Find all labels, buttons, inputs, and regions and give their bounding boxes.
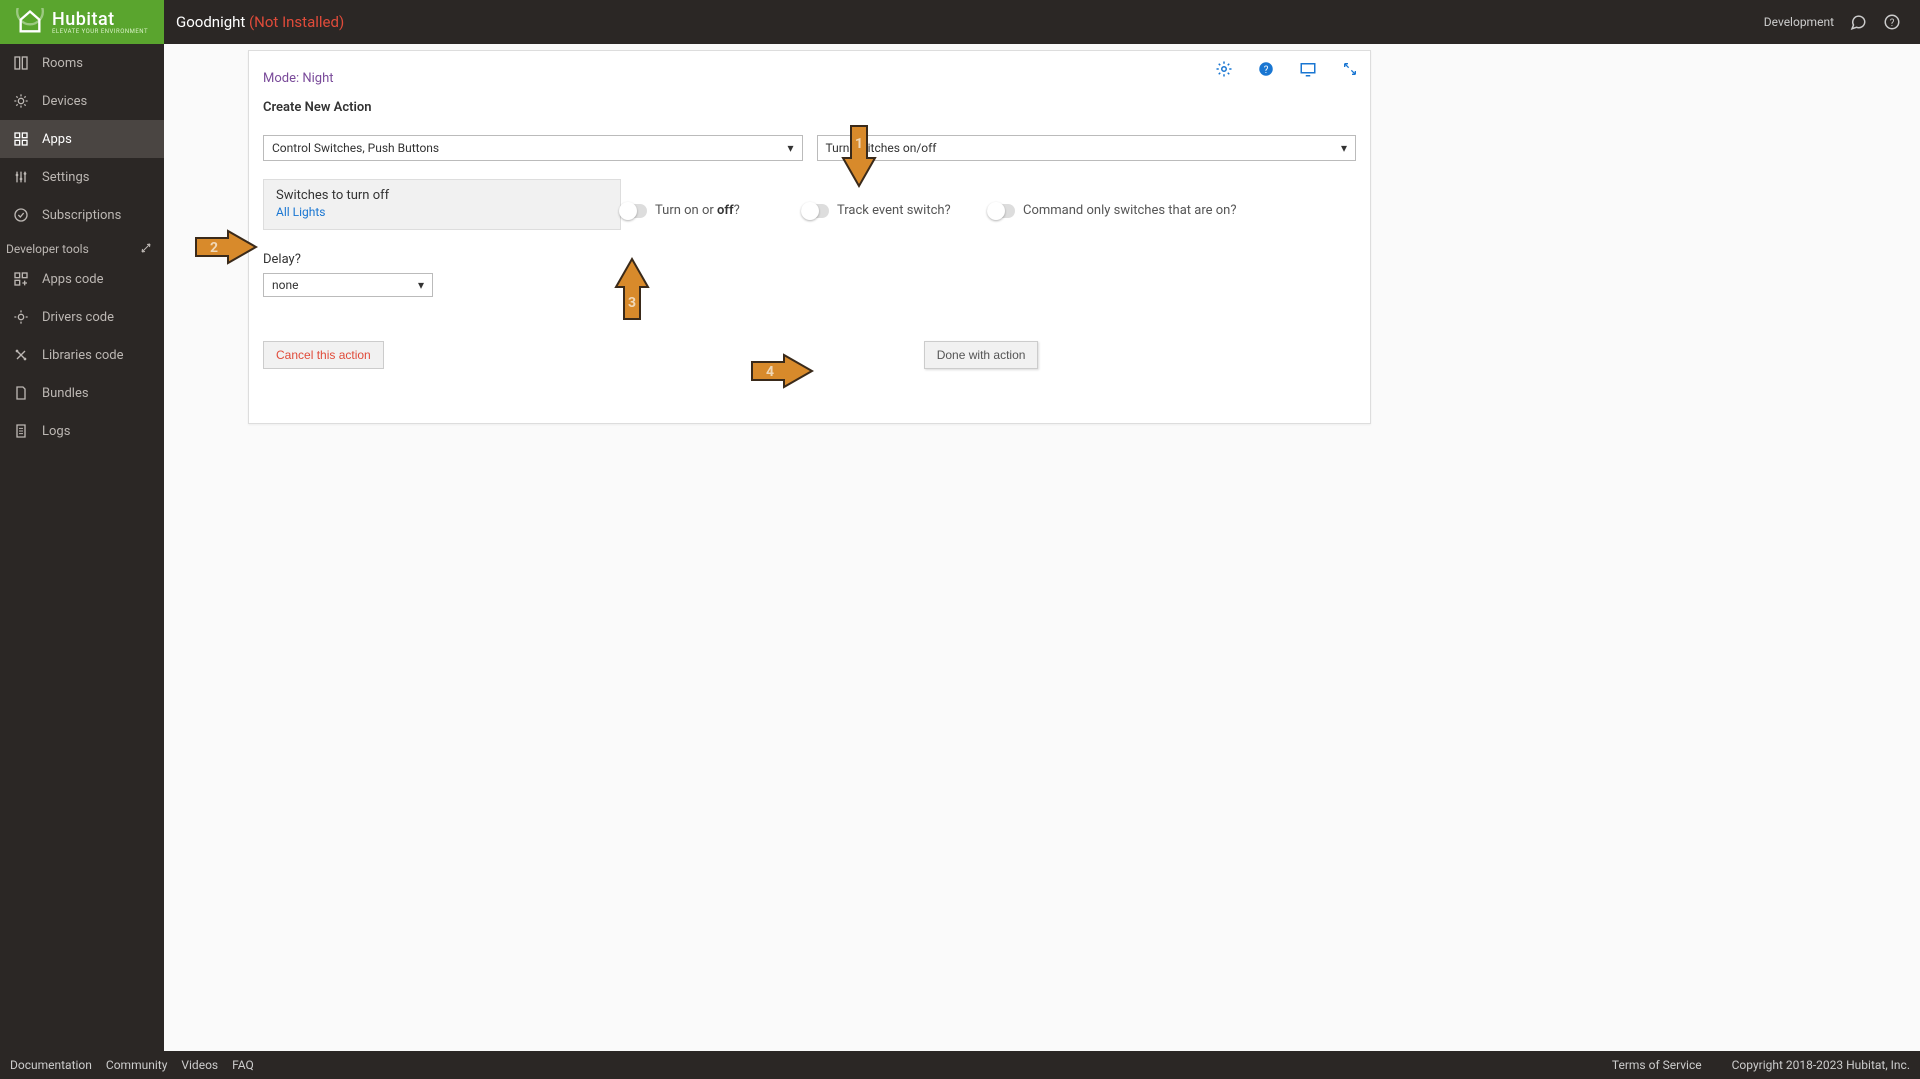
sidebar-item-apps-code[interactable]: Apps code	[0, 260, 164, 298]
settings-icon	[12, 168, 30, 186]
libraries-code-icon	[12, 346, 30, 364]
collapse-icon[interactable]	[140, 242, 154, 256]
svg-text:2: 2	[210, 240, 218, 256]
bundles-icon	[12, 384, 30, 402]
caret-icon: ▾	[1341, 141, 1347, 155]
action-card: ? Mode: Night Create New Action Control …	[248, 50, 1371, 424]
command-only-on-toggle[interactable]	[987, 204, 1015, 218]
sidebar-item-rooms[interactable]: Rooms	[0, 44, 164, 82]
turn-on-off-toggle[interactable]	[619, 204, 647, 218]
monitor-icon[interactable]	[1298, 59, 1318, 79]
sidebar-item-logs[interactable]: Logs	[0, 412, 164, 450]
sidebar-item-label: Devices	[42, 94, 87, 109]
done-with-action-button[interactable]: Done with action	[924, 341, 1039, 369]
svg-text:?: ?	[1890, 18, 1895, 29]
svg-text:?: ?	[1264, 65, 1269, 76]
chat-icon[interactable]	[1848, 12, 1868, 32]
logs-icon	[12, 422, 30, 440]
sidebar-item-apps[interactable]: Apps	[0, 120, 164, 158]
sidebar-item-label: Logs	[42, 424, 70, 439]
brand-logo[interactable]: Hubitat ELEVATE YOUR ENVIRONMENT	[0, 0, 164, 44]
card-toolbar: ?	[1214, 59, 1360, 79]
apps-code-icon	[12, 270, 30, 288]
gear-icon[interactable]	[1214, 59, 1234, 79]
track-event-label: Track event switch?	[837, 203, 951, 218]
footer-link-tos[interactable]: Terms of Service	[1612, 1058, 1702, 1072]
sidebar-section-developer-tools[interactable]: Developer tools	[0, 234, 164, 260]
delay-dropdown[interactable]: none ▾	[263, 273, 433, 297]
delay-label: Delay?	[263, 252, 1356, 267]
switches-value: All Lights	[276, 205, 608, 219]
mode-label: Mode: Night	[263, 71, 1356, 86]
footer-copyright: Copyright 2018-2023 Hubitat, Inc.	[1732, 1058, 1910, 1072]
action-category-dropdown[interactable]: Control Switches, Push Buttons ▾	[263, 135, 803, 161]
footer: Documentation Community Videos FAQ Terms…	[0, 1051, 1920, 1079]
sidebar-item-settings[interactable]: Settings	[0, 158, 164, 196]
devices-icon	[12, 92, 30, 110]
topbar-right: Development ?	[1764, 12, 1920, 32]
sidebar-item-label: Settings	[42, 170, 89, 185]
command-only-on-label: Command only switches that are on?	[1023, 203, 1236, 218]
sidebar-item-subscriptions[interactable]: Subscriptions	[0, 196, 164, 234]
sidebar-item-drivers-code[interactable]: Drivers code	[0, 298, 164, 336]
footer-link-faq[interactable]: FAQ	[232, 1058, 254, 1072]
sidebar-item-label: Rooms	[42, 56, 83, 71]
help-icon[interactable]: ?	[1256, 59, 1276, 79]
sidebar-item-libraries-code[interactable]: Libraries code	[0, 336, 164, 374]
page-title: Goodnight (Not Installed)	[176, 13, 344, 31]
sidebar-item-label: Apps	[42, 132, 72, 147]
footer-link-videos[interactable]: Videos	[181, 1058, 218, 1072]
sidebar-item-label: Subscriptions	[42, 208, 121, 223]
caret-icon: ▾	[787, 141, 793, 155]
cancel-action-button[interactable]: Cancel this action	[263, 341, 384, 369]
help-icon[interactable]: ?	[1882, 12, 1902, 32]
sidebar-item-label: Libraries code	[42, 348, 124, 363]
sidebar-item-label: Drivers code	[42, 310, 114, 325]
topbar: Hubitat ELEVATE YOUR ENVIRONMENT Goodnig…	[0, 0, 1920, 44]
rooms-icon	[12, 54, 30, 72]
action-type-dropdown[interactable]: Turn switches on/off ▾	[817, 135, 1357, 161]
env-label: Development	[1764, 15, 1834, 29]
sidebar: Rooms Devices Apps Settings Subscription…	[0, 44, 164, 1051]
logo-icon	[16, 8, 44, 36]
track-event-toggle[interactable]	[801, 204, 829, 218]
brand-name: Hubitat	[52, 9, 115, 30]
brand-tagline: ELEVATE YOUR ENVIRONMENT	[52, 28, 148, 35]
caret-icon: ▾	[418, 278, 424, 292]
switches-to-turn-off-selector[interactable]: Switches to turn off All Lights	[263, 179, 621, 230]
turn-on-off-label: Turn on or off?	[655, 203, 740, 218]
apps-icon	[12, 130, 30, 148]
create-action-heading: Create New Action	[263, 100, 1356, 115]
sidebar-item-bundles[interactable]: Bundles	[0, 374, 164, 412]
drivers-code-icon	[12, 308, 30, 326]
sidebar-item-devices[interactable]: Devices	[0, 82, 164, 120]
install-status: (Not Installed)	[249, 13, 344, 31]
subscriptions-icon	[12, 206, 30, 224]
switches-label: Switches to turn off	[276, 188, 608, 203]
footer-link-documentation[interactable]: Documentation	[10, 1058, 92, 1072]
sidebar-item-label: Bundles	[42, 386, 89, 401]
expand-icon[interactable]	[1340, 59, 1360, 79]
footer-link-community[interactable]: Community	[106, 1058, 167, 1072]
sidebar-item-label: Apps code	[42, 272, 103, 287]
